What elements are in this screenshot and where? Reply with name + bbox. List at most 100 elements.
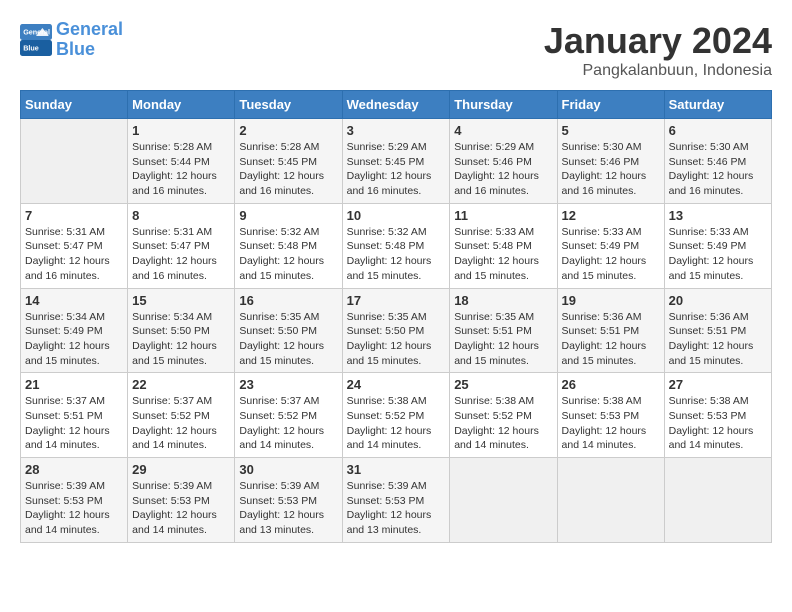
calendar-cell (450, 458, 557, 543)
calendar-cell: 18 Sunrise: 5:35 AMSunset: 5:51 PMDayligh… (450, 288, 557, 373)
svg-text:Blue: Blue (23, 43, 39, 52)
day-number: 21 (25, 377, 123, 392)
logo: General Blue General Blue (20, 20, 123, 60)
day-number: 30 (239, 462, 337, 477)
day-info: Sunrise: 5:38 AMSunset: 5:53 PMDaylight:… (669, 394, 767, 453)
logo-general: General (56, 19, 123, 39)
calendar-cell: 25 Sunrise: 5:38 AMSunset: 5:52 PMDayligh… (450, 373, 557, 458)
day-info: Sunrise: 5:34 AMSunset: 5:50 PMDaylight:… (132, 310, 230, 369)
day-number: 12 (562, 208, 660, 223)
calendar-cell: 1Sunrise: 5:28 AMSunset: 5:44 PMDaylight… (128, 119, 235, 204)
day-info: Sunrise: 5:39 AMSunset: 5:53 PMDaylight:… (347, 479, 446, 538)
day-info: Sunrise: 5:33 AMSunset: 5:49 PMDaylight:… (669, 225, 767, 284)
day-info: Sunrise: 5:32 AMSunset: 5:48 PMDaylight:… (239, 225, 337, 284)
day-info: Sunrise: 5:33 AMSunset: 5:49 PMDaylight:… (562, 225, 660, 284)
calendar-header-row: SundayMondayTuesdayWednesdayThursdayFrid… (21, 91, 772, 119)
calendar-cell: 16 Sunrise: 5:35 AMSunset: 5:50 PMDayligh… (235, 288, 342, 373)
day-info: Sunrise: 5:32 AMSunset: 5:48 PMDaylight:… (347, 225, 446, 284)
day-number: 3 (347, 123, 446, 138)
day-info: Sunrise: 5:30 AMSunset: 5:46 PMDaylight:… (562, 140, 660, 199)
month-year-title: January 2024 (544, 20, 772, 62)
calendar-cell: 9Sunrise: 5:32 AMSunset: 5:48 PMDaylight… (235, 203, 342, 288)
calendar-cell: 27 Sunrise: 5:38 AMSunset: 5:53 PMDayligh… (664, 373, 771, 458)
day-info: Sunrise: 5:31 AMSunset: 5:47 PMDaylight:… (25, 225, 123, 284)
day-info: Sunrise: 5:35 AMSunset: 5:51 PMDaylight:… (454, 310, 552, 369)
day-number: 10 (347, 208, 446, 223)
calendar-cell: 30 Sunrise: 5:39 AMSunset: 5:53 PMDayligh… (235, 458, 342, 543)
page-header: General Blue General Blue January 2024 P… (20, 20, 772, 80)
logo-icon: General Blue (20, 24, 52, 56)
day-number: 26 (562, 377, 660, 392)
calendar-cell: 31 Sunrise: 5:39 AMSunset: 5:53 PMDayligh… (342, 458, 450, 543)
day-number: 6 (669, 123, 767, 138)
day-info: Sunrise: 5:29 AMSunset: 5:45 PMDaylight:… (347, 140, 446, 199)
day-info: Sunrise: 5:31 AMSunset: 5:47 PMDaylight:… (132, 225, 230, 284)
calendar-cell: 6 Sunrise: 5:30 AMSunset: 5:46 PMDaylight… (664, 119, 771, 204)
day-number: 27 (669, 377, 767, 392)
day-info: Sunrise: 5:34 AMSunset: 5:49 PMDaylight:… (25, 310, 123, 369)
day-info: Sunrise: 5:36 AMSunset: 5:51 PMDaylight:… (669, 310, 767, 369)
day-info: Sunrise: 5:35 AMSunset: 5:50 PMDaylight:… (239, 310, 337, 369)
col-header-friday: Friday (557, 91, 664, 119)
day-number: 2 (239, 123, 337, 138)
day-number: 29 (132, 462, 230, 477)
day-number: 22 (132, 377, 230, 392)
calendar-cell: 24Sunrise: 5:38 AMSunset: 5:52 PMDayligh… (342, 373, 450, 458)
day-number: 23 (239, 377, 337, 392)
day-info: Sunrise: 5:37 AMSunset: 5:52 PMDaylight:… (239, 394, 337, 453)
day-info: Sunrise: 5:38 AMSunset: 5:53 PMDaylight:… (562, 394, 660, 453)
calendar-week-4: 21Sunrise: 5:37 AMSunset: 5:51 PMDayligh… (21, 373, 772, 458)
day-number: 16 (239, 293, 337, 308)
day-info: Sunrise: 5:38 AMSunset: 5:52 PMDaylight:… (454, 394, 552, 453)
svg-text:General: General (23, 27, 50, 36)
col-header-monday: Monday (128, 91, 235, 119)
calendar-cell: 4Sunrise: 5:29 AMSunset: 5:46 PMDaylight… (450, 119, 557, 204)
calendar-cell: 10 Sunrise: 5:32 AMSunset: 5:48 PMDayligh… (342, 203, 450, 288)
col-header-sunday: Sunday (21, 91, 128, 119)
day-info: Sunrise: 5:30 AMSunset: 5:46 PMDaylight:… (669, 140, 767, 199)
day-number: 1 (132, 123, 230, 138)
day-info: Sunrise: 5:33 AMSunset: 5:48 PMDaylight:… (454, 225, 552, 284)
calendar-cell: 20 Sunrise: 5:36 AMSunset: 5:51 PMDayligh… (664, 288, 771, 373)
calendar-cell: 13 Sunrise: 5:33 AMSunset: 5:49 PMDayligh… (664, 203, 771, 288)
calendar-week-5: 28 Sunrise: 5:39 AMSunset: 5:53 PMDayligh… (21, 458, 772, 543)
calendar-cell: 29 Sunrise: 5:39 AMSunset: 5:53 PMDayligh… (128, 458, 235, 543)
day-info: Sunrise: 5:35 AMSunset: 5:50 PMDaylight:… (347, 310, 446, 369)
day-number: 13 (669, 208, 767, 223)
day-number: 28 (25, 462, 123, 477)
title-block: January 2024 Pangkalanbuun, Indonesia (544, 20, 772, 80)
day-number: 20 (669, 293, 767, 308)
day-number: 18 (454, 293, 552, 308)
calendar-cell: 12 Sunrise: 5:33 AMSunset: 5:49 PMDayligh… (557, 203, 664, 288)
calendar-cell: 2 Sunrise: 5:28 AMSunset: 5:45 PMDaylight… (235, 119, 342, 204)
calendar-cell (664, 458, 771, 543)
day-number: 14 (25, 293, 123, 308)
day-info: Sunrise: 5:37 AMSunset: 5:52 PMDaylight:… (132, 394, 230, 453)
day-number: 15 (132, 293, 230, 308)
calendar-table: SundayMondayTuesdayWednesdayThursdayFrid… (20, 90, 772, 543)
day-number: 25 (454, 377, 552, 392)
day-info: Sunrise: 5:39 AMSunset: 5:53 PMDaylight:… (239, 479, 337, 538)
calendar-cell: 3 Sunrise: 5:29 AMSunset: 5:45 PMDaylight… (342, 119, 450, 204)
col-header-wednesday: Wednesday (342, 91, 450, 119)
col-header-tuesday: Tuesday (235, 91, 342, 119)
day-number: 17 (347, 293, 446, 308)
calendar-cell: 15 Sunrise: 5:34 AMSunset: 5:50 PMDayligh… (128, 288, 235, 373)
calendar-cell (21, 119, 128, 204)
logo-blue: Blue (56, 39, 95, 59)
calendar-cell: 19Sunrise: 5:36 AMSunset: 5:51 PMDayligh… (557, 288, 664, 373)
day-number: 8 (132, 208, 230, 223)
calendar-cell (557, 458, 664, 543)
day-number: 24 (347, 377, 446, 392)
day-info: Sunrise: 5:39 AMSunset: 5:53 PMDaylight:… (132, 479, 230, 538)
location-subtitle: Pangkalanbuun, Indonesia (544, 62, 772, 80)
day-number: 31 (347, 462, 446, 477)
calendar-cell: 23 Sunrise: 5:37 AMSunset: 5:52 PMDayligh… (235, 373, 342, 458)
day-info: Sunrise: 5:28 AMSunset: 5:45 PMDaylight:… (239, 140, 337, 199)
calendar-cell: 21Sunrise: 5:37 AMSunset: 5:51 PMDayligh… (21, 373, 128, 458)
day-number: 19 (562, 293, 660, 308)
day-number: 4 (454, 123, 552, 138)
calendar-cell: 28Sunrise: 5:39 AMSunset: 5:53 PMDayligh… (21, 458, 128, 543)
calendar-cell: 8 Sunrise: 5:31 AMSunset: 5:47 PMDaylight… (128, 203, 235, 288)
calendar-week-2: 7Sunrise: 5:31 AMSunset: 5:47 PMDaylight… (21, 203, 772, 288)
